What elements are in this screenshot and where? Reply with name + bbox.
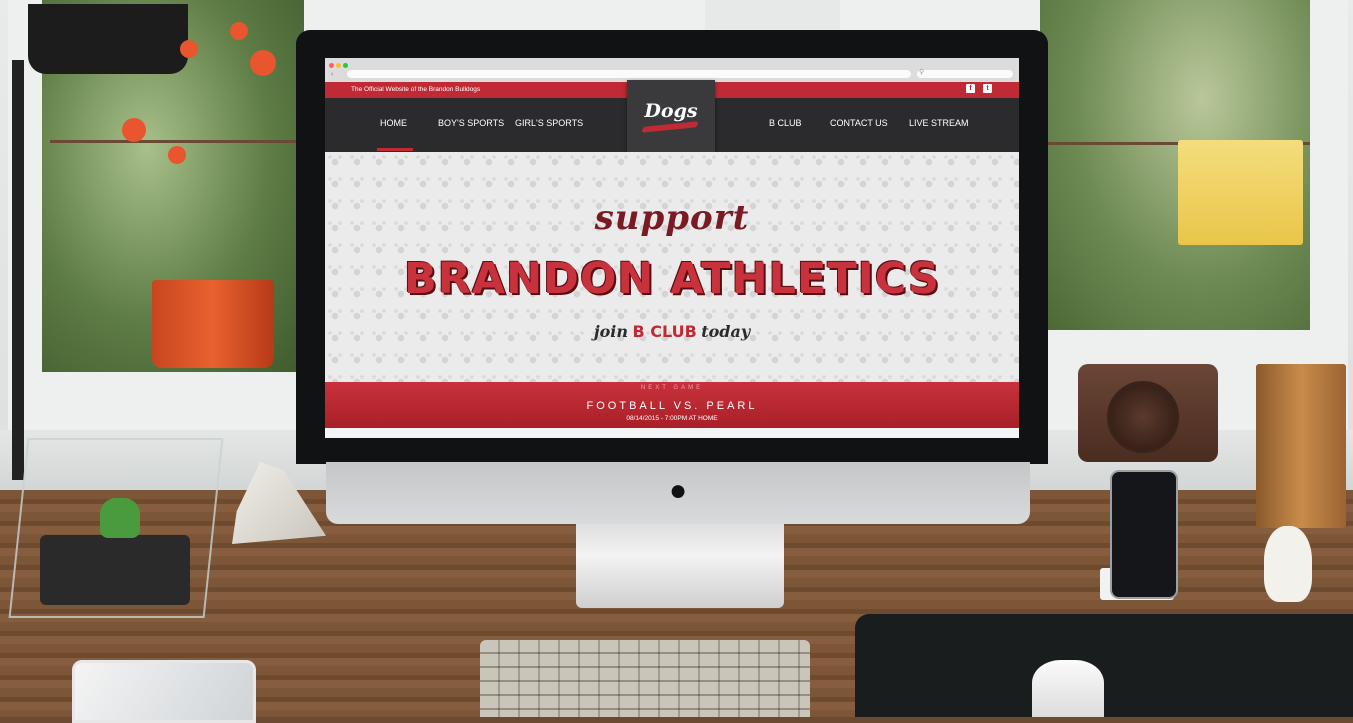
next-game-title[interactable]: FOOTBALL VS. PEARL bbox=[325, 400, 1019, 412]
maximize-window-icon[interactable] bbox=[343, 63, 348, 68]
nav-home[interactable]: HOME bbox=[380, 118, 407, 128]
flower bbox=[168, 146, 186, 164]
camera-lens bbox=[1107, 381, 1179, 453]
yellow-towel bbox=[1178, 140, 1303, 245]
hero-script-line: support bbox=[594, 198, 750, 238]
flower bbox=[122, 118, 146, 142]
nav-live-stream[interactable]: LIVE STREAM bbox=[909, 118, 969, 128]
nav-girls-sports[interactable]: GIRL'S SPORTS bbox=[515, 118, 583, 128]
facebook-icon[interactable]: f bbox=[966, 84, 975, 93]
polar-bear-figurine bbox=[1264, 526, 1312, 602]
site-logo-text: Dogs bbox=[644, 100, 698, 122]
keyboard[interactable] bbox=[480, 640, 810, 717]
flower bbox=[250, 50, 276, 76]
balcony-railing-left bbox=[50, 140, 304, 143]
flower-pot bbox=[152, 280, 274, 368]
nav-boys-sports[interactable]: BOY'S SPORTS bbox=[438, 118, 504, 128]
minimize-window-icon[interactable] bbox=[336, 63, 341, 68]
desk-lamp-arm bbox=[12, 60, 24, 480]
search-icon: ⚲ bbox=[919, 69, 925, 76]
succulent-plant bbox=[100, 498, 140, 538]
hero-headline: BRANDON ATHLETICS bbox=[403, 254, 941, 304]
nav-contact-us[interactable]: CONTACT US bbox=[830, 118, 888, 128]
twitter-icon[interactable]: t bbox=[983, 84, 992, 93]
site-tagline: The Official Website of the Brandon Bull… bbox=[351, 86, 481, 93]
join-club-name: B CLUB bbox=[632, 322, 697, 341]
website-screen: ‹ ⚲ The Official Website of the Brandon … bbox=[325, 58, 1019, 438]
nav-b-club[interactable]: B CLUB bbox=[769, 118, 802, 128]
tablet bbox=[72, 660, 256, 723]
wood-block-decor bbox=[1256, 364, 1346, 528]
flower bbox=[180, 40, 198, 58]
join-prefix: join bbox=[593, 322, 628, 341]
join-suffix: today bbox=[701, 322, 751, 341]
next-game-datetime: 08/14/2015 - 7:00PM AT HOME bbox=[626, 415, 718, 422]
page-bottom-strip bbox=[325, 428, 1019, 438]
next-game-label: NEXT GAME bbox=[640, 385, 704, 391]
flower bbox=[230, 22, 248, 40]
join-cta[interactable]: join B CLUB today bbox=[325, 322, 1019, 342]
desk-lamp-shade bbox=[28, 4, 188, 74]
mouse-pad bbox=[855, 614, 1353, 717]
nav-active-indicator bbox=[377, 148, 413, 151]
mouse[interactable] bbox=[1032, 660, 1104, 717]
address-bar[interactable] bbox=[347, 70, 911, 78]
monitor-stand bbox=[576, 520, 784, 608]
browser-search-field[interactable] bbox=[917, 70, 1013, 78]
close-window-icon[interactable] bbox=[329, 63, 334, 68]
back-arrow-icon[interactable]: ‹ bbox=[331, 71, 333, 78]
terrarium-soil bbox=[40, 535, 190, 605]
smartphone bbox=[1110, 470, 1178, 599]
apple-logo-icon: ● bbox=[668, 474, 688, 507]
